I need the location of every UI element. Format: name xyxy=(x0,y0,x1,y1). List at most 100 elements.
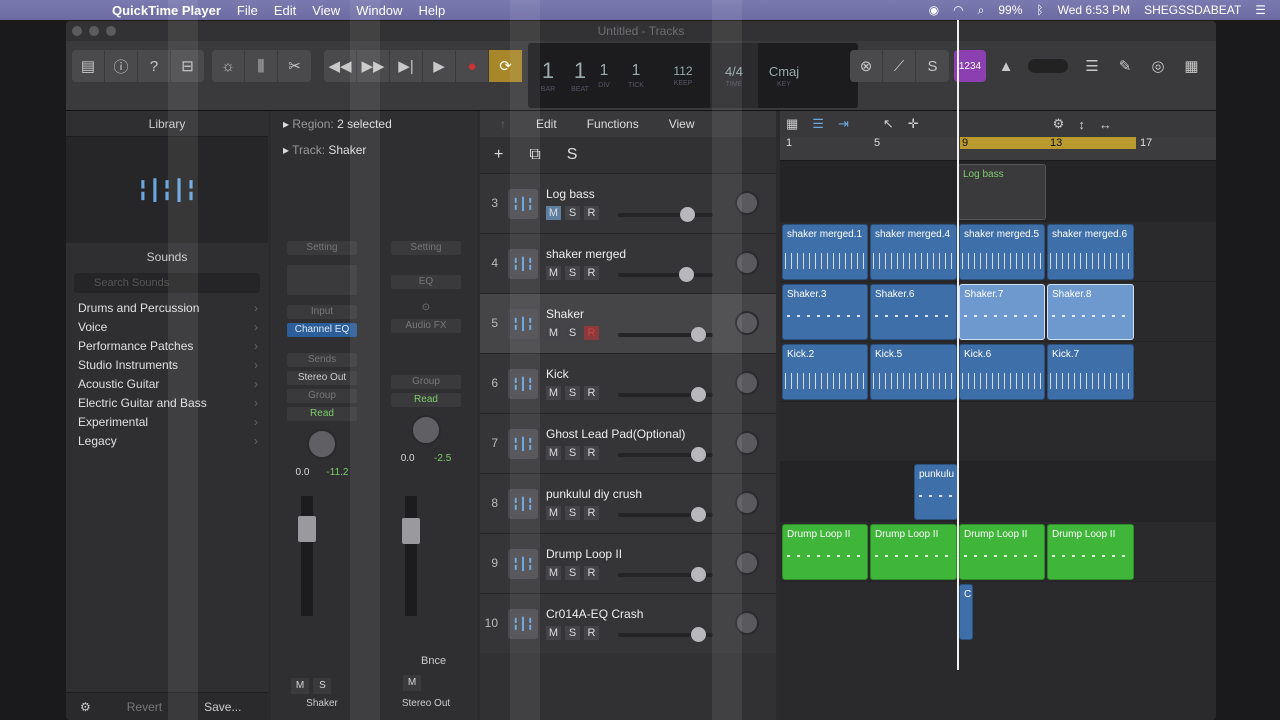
region-log-bass[interactable]: Log bass xyxy=(958,164,1046,220)
save-button[interactable]: Save... xyxy=(204,700,241,714)
mute-button[interactable]: M xyxy=(403,675,421,691)
mute-button[interactable]: M xyxy=(546,386,561,400)
solo-button[interactable]: S xyxy=(565,506,580,520)
functions-menu[interactable]: Functions xyxy=(587,117,639,131)
solo-button[interactable]: S xyxy=(565,446,580,460)
region[interactable]: shaker merged.4 xyxy=(870,224,957,280)
region[interactable]: Drump Loop II xyxy=(870,524,957,580)
volume-fader[interactable] xyxy=(402,496,420,616)
track-name[interactable]: Kick xyxy=(546,367,569,381)
region[interactable]: Kick.5 xyxy=(870,344,957,400)
sounds-search-input[interactable]: Search Sounds xyxy=(74,273,260,293)
close-button[interactable] xyxy=(72,26,82,36)
track-volume-slider[interactable] xyxy=(618,567,713,582)
track-volume-slider[interactable] xyxy=(618,387,713,402)
solo-icon[interactable]: S xyxy=(916,50,949,82)
solo-button[interactable]: S xyxy=(565,566,580,580)
grid-icon[interactable]: ▦ xyxy=(786,116,798,132)
user-name[interactable]: SHEGSSDABEAT xyxy=(1144,3,1241,17)
smart-controls-icon[interactable]: ☼ xyxy=(212,50,245,82)
region[interactable]: punkulu xyxy=(914,464,958,520)
library-category[interactable]: Legacy xyxy=(66,432,268,451)
zoom-button[interactable] xyxy=(106,26,116,36)
mute-button[interactable]: M xyxy=(546,506,561,520)
back-icon[interactable]: ↑ xyxy=(500,117,506,131)
channel-eq-slot[interactable]: Channel EQ xyxy=(287,323,357,337)
track-volume-slider[interactable] xyxy=(618,207,713,222)
track-name[interactable]: Ghost Lead Pad(Optional) xyxy=(546,427,685,441)
settings-icon[interactable]: ⚙ xyxy=(1053,116,1065,132)
app-menu[interactable]: QuickTime Player xyxy=(112,3,221,18)
sends-slot[interactable]: Sends xyxy=(287,353,357,367)
cycle-area[interactable] xyxy=(960,137,1136,149)
track-volume-slider[interactable] xyxy=(618,267,713,282)
automation-mode[interactable]: Read xyxy=(391,393,461,407)
group-slot[interactable]: Group xyxy=(391,375,461,389)
track-name[interactable]: Shaker xyxy=(546,307,584,321)
setting-slot[interactable]: Setting xyxy=(287,241,357,255)
battery-percent[interactable]: 99% xyxy=(998,3,1022,17)
track-volume-slider[interactable] xyxy=(618,627,713,642)
region[interactable]: shaker merged.6 xyxy=(1047,224,1134,280)
gear-icon[interactable]: ⚙ xyxy=(80,700,91,714)
library-button[interactable]: ▤ xyxy=(72,50,105,82)
region-selected[interactable]: Shaker.7 xyxy=(959,284,1045,340)
library-category[interactable]: Electric Guitar and Bass xyxy=(66,394,268,413)
wifi-icon[interactable]: ◠ xyxy=(953,3,963,17)
library-category[interactable]: Experimental xyxy=(66,413,268,432)
mute-button[interactable]: M xyxy=(546,446,561,460)
pan-knob[interactable] xyxy=(307,429,337,459)
region[interactable]: Kick.2 xyxy=(782,344,868,400)
fader-knob[interactable] xyxy=(298,516,316,542)
list-editors-icon[interactable]: ☰ xyxy=(1076,50,1109,82)
minimize-button[interactable] xyxy=(89,26,99,36)
region[interactable]: Kick.7 xyxy=(1047,344,1134,400)
slider-knob[interactable] xyxy=(691,387,707,402)
slider-knob[interactable] xyxy=(679,207,695,222)
region[interactable]: shaker merged.5 xyxy=(959,224,1045,280)
record-enable-button[interactable]: R xyxy=(584,326,599,340)
track-name[interactable]: shaker merged xyxy=(546,247,626,261)
audio-fx-slot[interactable]: Audio FX xyxy=(391,319,461,333)
mute-button[interactable]: M xyxy=(546,206,561,220)
solo-button[interactable]: S xyxy=(313,678,332,694)
track-name[interactable]: punkulul diy crush xyxy=(546,487,642,501)
record-enable-button[interactable]: R xyxy=(584,206,599,220)
solo-track-icon[interactable]: S xyxy=(567,146,578,164)
library-category[interactable]: Studio Instruments xyxy=(66,356,268,375)
region[interactable]: Drump Loop II xyxy=(959,524,1045,580)
record-button[interactable]: ● xyxy=(456,50,489,82)
add-track-icon[interactable]: + xyxy=(494,146,503,164)
menu-view[interactable]: View xyxy=(312,3,340,18)
solo-button[interactable]: S xyxy=(565,206,580,220)
solo-button[interactable]: S xyxy=(565,326,580,340)
metronome-icon[interactable]: ▲ xyxy=(990,50,1023,82)
region-selected[interactable]: Shaker.8 xyxy=(1047,284,1134,340)
volume-fader[interactable] xyxy=(298,496,316,616)
view-menu[interactable]: View xyxy=(669,117,695,131)
mute-button[interactable]: M xyxy=(546,266,561,280)
horizontal-zoom-icon[interactable]: ↔ xyxy=(1099,117,1112,132)
quick-help-button[interactable]: ? xyxy=(138,50,171,82)
bluetooth-icon[interactable]: ᛒ xyxy=(1036,3,1043,17)
record-enable-button[interactable]: R xyxy=(584,506,599,520)
tuner-icon[interactable]: ⟋ xyxy=(883,50,916,82)
replace-icon[interactable]: ⊗ xyxy=(850,50,883,82)
region[interactable]: shaker merged.1 xyxy=(782,224,868,280)
record-status-icon[interactable]: ◉ xyxy=(929,3,939,17)
record-enable-button[interactable]: R xyxy=(584,626,599,640)
revert-button[interactable]: Revert xyxy=(127,700,162,714)
link-icon[interactable]: ⊙ xyxy=(391,301,461,315)
eq-display[interactable] xyxy=(287,265,357,295)
mute-button[interactable]: M xyxy=(291,678,309,694)
automation-mode[interactable]: Read xyxy=(287,407,357,421)
eq-slot[interactable]: EQ xyxy=(391,275,461,289)
volume-toggle[interactable] xyxy=(1028,59,1068,73)
slider-knob[interactable] xyxy=(691,507,707,522)
solo-button[interactable]: S xyxy=(565,266,580,280)
editors-icon[interactable]: ✂ xyxy=(278,50,311,82)
track-volume-slider[interactable] xyxy=(618,507,713,522)
input-slot[interactable]: Input xyxy=(287,305,357,319)
pointer-tool-icon[interactable]: ↖ xyxy=(883,116,894,132)
menu-help[interactable]: Help xyxy=(418,3,445,18)
